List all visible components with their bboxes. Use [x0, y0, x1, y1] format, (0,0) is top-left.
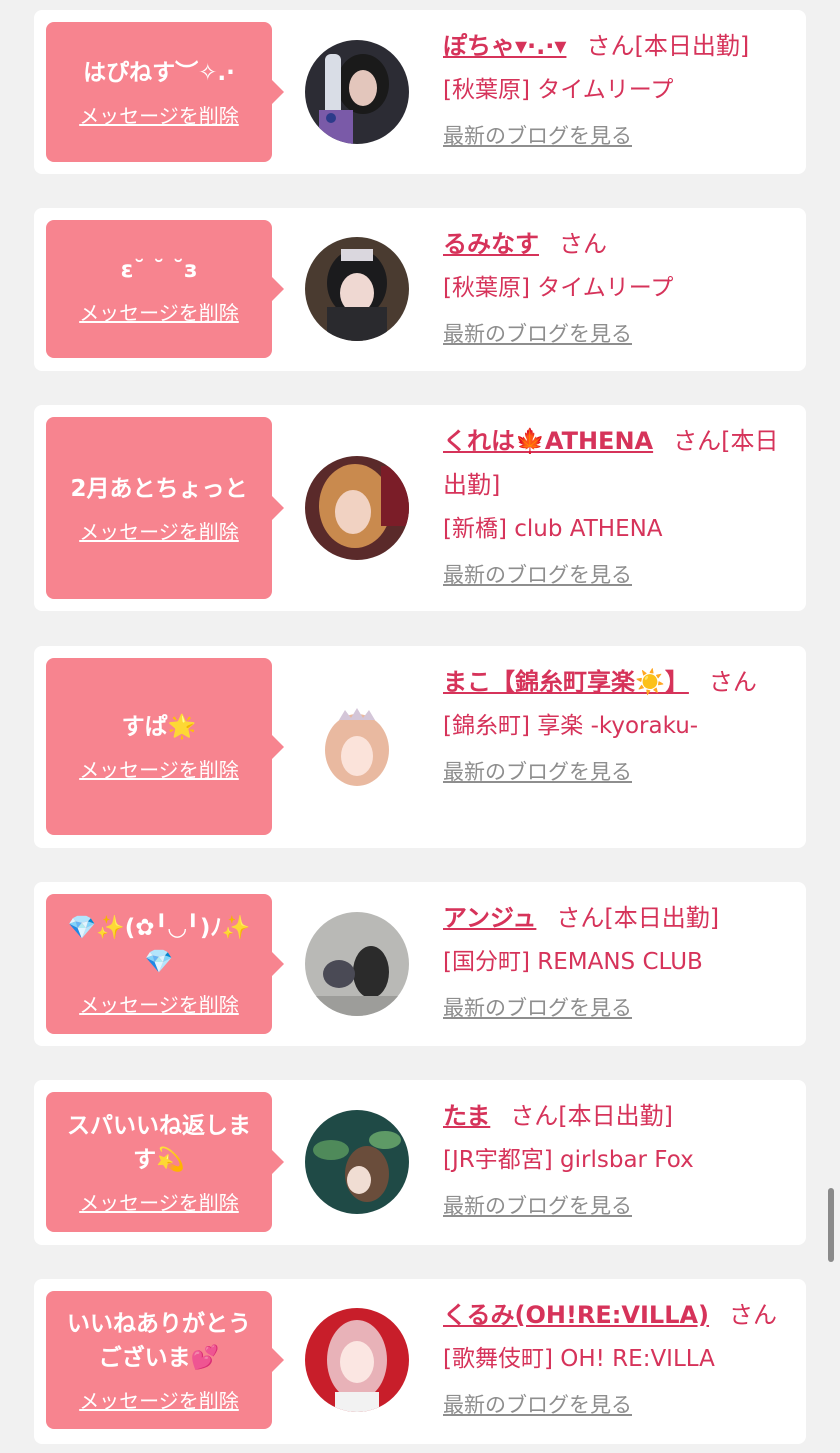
name-suffix: さん — [708, 668, 757, 696]
cast-name-link[interactable]: アンジュ — [443, 904, 536, 932]
message-bubble: はぴねす︶✧.· メッセージを削除 — [46, 22, 284, 162]
avatar[interactable] — [305, 1110, 409, 1214]
list-item: いいねありがとうございま💕 メッセージを削除 くるみ(OH!RE:VILLA) さ… — [34, 1279, 806, 1444]
delete-message-link[interactable]: メッセージを削除 — [79, 297, 239, 326]
avatar-photo-icon — [305, 456, 409, 560]
name-suffix: さん[本日出勤] — [556, 904, 720, 932]
list-item: はぴねす︶✧.· メッセージを削除 ぽちゃ▾·.·▾ さん[本日出勤] [秋葉原]… — [34, 10, 806, 174]
latest-blog-link[interactable]: 最新のブログを見る — [443, 992, 632, 1022]
name-line: たま さん[本日出勤] — [443, 1094, 794, 1138]
item-info: くるみ(OH!RE:VILLA) さん [歌舞伎町] OH! RE:VILLA 最… — [443, 1293, 794, 1419]
message-text: 💎✨(✿╹◡╹)ﾉ✨💎 — [67, 914, 251, 975]
name-suffix: さん[本日出勤] — [510, 1102, 674, 1130]
delete-message-link[interactable]: メッセージを削除 — [79, 100, 239, 129]
shop-label: [秋葉原] タイムリープ — [443, 275, 674, 301]
latest-blog-link[interactable]: 最新のブログを見る — [443, 1389, 632, 1419]
item-info: まこ【錦糸町享楽☀️】 さん [錦糸町] 享楽 -kyoraku- 最新のブログを… — [443, 660, 794, 786]
list-item: 💎✨(✿╹◡╹)ﾉ✨💎 メッセージを削除 アンジュ さん[本日出勤] [国分町] … — [34, 882, 806, 1046]
latest-blog-link[interactable]: 最新のブログを見る — [443, 120, 632, 150]
name-line: ぽちゃ▾·.·▾ さん[本日出勤] — [443, 24, 794, 68]
avatar[interactable] — [305, 912, 409, 1016]
message-text: いいねありがとうございま💕 — [67, 1310, 251, 1371]
item-info: るみなす さん [秋葉原] タイムリープ 最新のブログを見る — [443, 222, 794, 348]
message-text: 2月あとちょっと — [70, 475, 248, 502]
name-suffix: さん — [559, 230, 607, 258]
message-bubble: すぱ🌟 メッセージを削除 — [46, 658, 284, 835]
message-bubble: いいねありがとうございま💕 メッセージを削除 — [46, 1291, 284, 1429]
item-info: アンジュ さん[本日出勤] [国分町] REMANS CLUB 最新のブログを見る — [443, 896, 794, 1022]
message-bubble: ε˘ ˘ ˘з メッセージを削除 — [46, 220, 284, 358]
item-info: くれは🍁ATHENA さん[本日出勤] [新橋] club ATHENA 最新のブ… — [443, 419, 794, 589]
message-text: はぴねす︶✧.· — [83, 59, 235, 86]
avatar[interactable] — [305, 696, 409, 800]
message-bubble: 💎✨(✿╹◡╹)ﾉ✨💎 メッセージを削除 — [46, 894, 284, 1034]
list-item: ε˘ ˘ ˘з メッセージを削除 るみなす さん [秋葉原] タイムリープ 最新の… — [34, 208, 806, 371]
list-item: 2月あとちょっと メッセージを削除 くれは🍁ATHENA さん[本日出勤] [新橋… — [34, 405, 806, 611]
avatar[interactable] — [305, 237, 409, 341]
delete-message-link[interactable]: メッセージを削除 — [79, 1187, 239, 1216]
name-suffix: さん[本日出勤] — [586, 32, 750, 60]
latest-blog-link[interactable]: 最新のブログを見る — [443, 756, 632, 786]
item-info: たま さん[本日出勤] [JR宇都宮] girlsbar Fox 最新のブログを見… — [443, 1094, 794, 1220]
avatar[interactable] — [305, 1308, 409, 1412]
avatar-photo-icon — [305, 1308, 409, 1412]
cast-name-link[interactable]: ぽちゃ▾·.·▾ — [443, 32, 566, 60]
shop-label: [秋葉原] タイムリープ — [443, 77, 674, 103]
shop-label: [JR宇都宮] girlsbar Fox — [443, 1147, 694, 1173]
cast-name-link[interactable]: まこ【錦糸町享楽☀️】 — [443, 668, 689, 696]
name-line: るみなす さん — [443, 222, 794, 266]
name-line: アンジュ さん[本日出勤] — [443, 896, 794, 940]
delete-message-link[interactable]: メッセージを削除 — [79, 754, 239, 783]
scrollbar[interactable] — [828, 1188, 834, 1262]
avatar[interactable] — [305, 456, 409, 560]
latest-blog-link[interactable]: 最新のブログを見る — [443, 559, 632, 589]
message-bubble: 2月あとちょっと メッセージを削除 — [46, 417, 284, 599]
cast-name-link[interactable]: たま — [443, 1102, 490, 1130]
shop-label: [歌舞伎町] OH! RE:VILLA — [443, 1346, 715, 1372]
item-info: ぽちゃ▾·.·▾ さん[本日出勤] [秋葉原] タイムリープ 最新のブログを見る — [443, 24, 794, 150]
list-item: すぱ🌟 メッセージを削除 まこ【錦糸町享楽☀️】 さん [錦糸町] 享楽 -kyo… — [34, 646, 806, 848]
name-line: くれは🍁ATHENA さん[本日出勤] — [443, 419, 794, 507]
delete-message-link[interactable]: メッセージを削除 — [79, 1385, 239, 1414]
message-bubble: スパいいね返します💫 メッセージを削除 — [46, 1092, 284, 1232]
delete-message-link[interactable]: メッセージを削除 — [79, 989, 239, 1018]
avatar-photo-icon — [305, 40, 409, 144]
cast-name-link[interactable]: くるみ(OH!RE:VILLA) — [443, 1301, 709, 1329]
name-suffix: さん — [729, 1301, 778, 1329]
avatar[interactable] — [305, 40, 409, 144]
cast-name-link[interactable]: くれは🍁ATHENA — [443, 427, 653, 455]
avatar-photo-icon — [305, 912, 409, 1016]
latest-blog-link[interactable]: 最新のブログを見る — [443, 318, 632, 348]
message-text: すぱ🌟 — [121, 714, 197, 740]
shop-label: [錦糸町] 享楽 -kyoraku- — [443, 713, 699, 739]
delete-message-link[interactable]: メッセージを削除 — [79, 516, 239, 545]
name-line: まこ【錦糸町享楽☀️】 さん — [443, 660, 794, 704]
message-text: スパいいね返します💫 — [67, 1112, 251, 1173]
cast-name-link[interactable]: るみなす — [443, 230, 539, 258]
avatar-photo-icon — [305, 237, 409, 341]
latest-blog-link[interactable]: 最新のブログを見る — [443, 1190, 632, 1220]
message-text: ε˘ ˘ ˘з — [120, 256, 198, 283]
name-line: くるみ(OH!RE:VILLA) さん — [443, 1293, 794, 1337]
shop-label: [新橋] club ATHENA — [443, 516, 663, 542]
avatar-photo-icon — [305, 696, 409, 800]
shop-label: [国分町] REMANS CLUB — [443, 949, 703, 975]
list-item: スパいいね返します💫 メッセージを削除 たま さん[本日出勤] [JR宇都宮] g… — [34, 1080, 806, 1245]
avatar-photo-icon — [305, 1110, 409, 1214]
